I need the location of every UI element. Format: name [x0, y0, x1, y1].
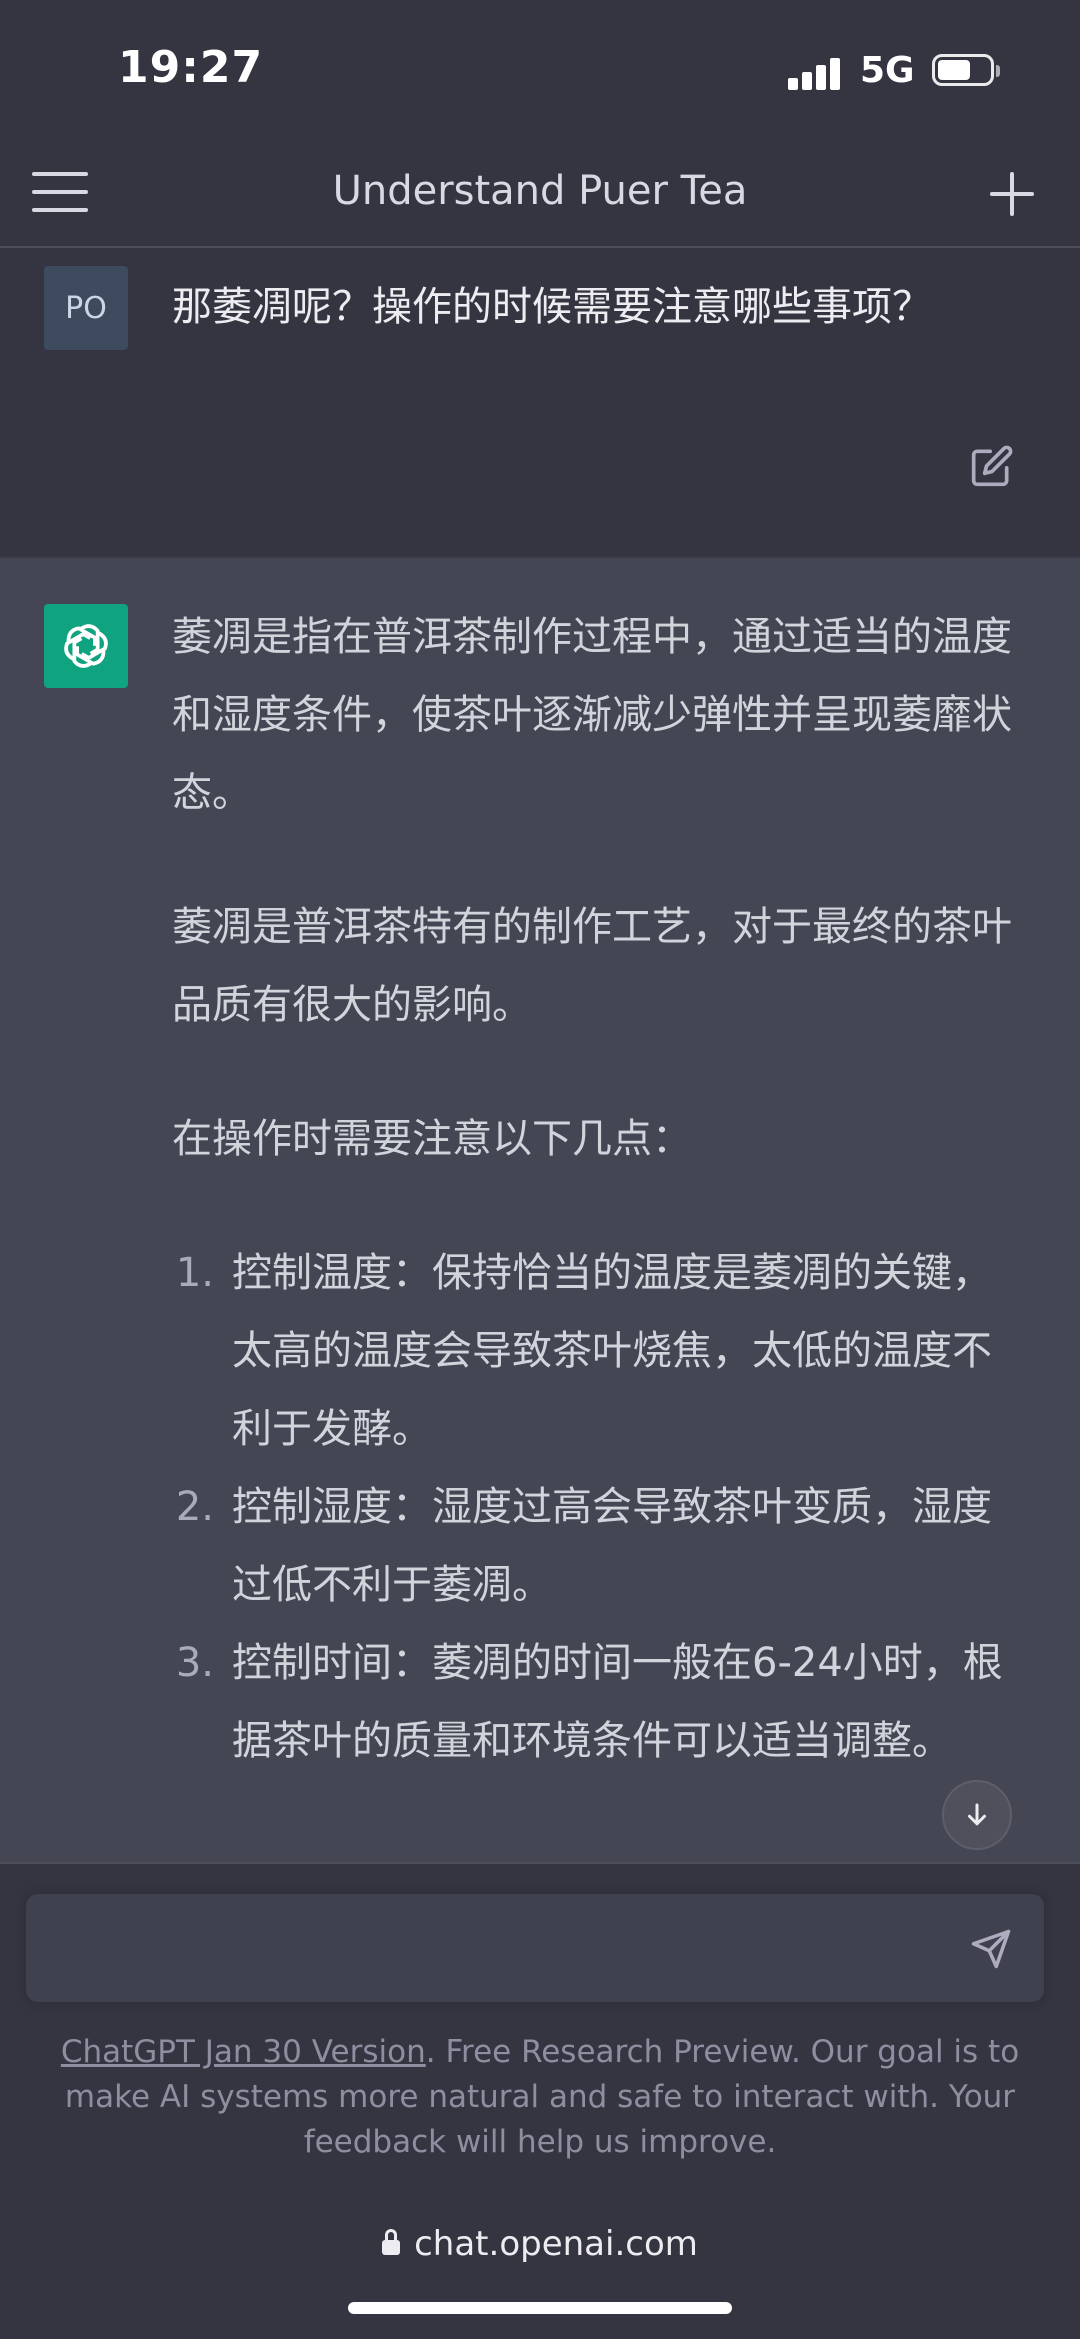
list-item-text: 控制湿度：湿度过高会导致茶叶变质，湿度过低不利于萎凋。: [232, 1484, 992, 1608]
plus-icon[interactable]: [990, 172, 1034, 216]
answer-list: 1. 控制温度：保持恰当的温度是萎凋的关键，太高的温度会导致茶叶烧焦，太低的温度…: [172, 1234, 1012, 1780]
list-item: 1. 控制温度：保持恰当的温度是萎凋的关键，太高的温度会导致茶叶烧焦，太低的温度…: [170, 1234, 1012, 1468]
assistant-message-text: 萎凋是指在普洱茶制作过程中，通过适当的温度和湿度条件，使茶叶逐渐减少弹性并呈现萎…: [172, 598, 1012, 1780]
disclaimer: ChatGPT Jan 30 Version. Free Research Pr…: [40, 2030, 1040, 2165]
list-item-number: 1.: [175, 1250, 214, 1296]
status-time: 19:27: [118, 42, 264, 93]
app-header: Understand Puer Tea: [0, 140, 1080, 248]
list-item: 2. 控制湿度：湿度过高会导致茶叶变质，湿度过低不利于萎凋。: [170, 1468, 1012, 1624]
home-indicator[interactable]: [348, 2302, 732, 2314]
openai-logo-icon: [44, 604, 128, 688]
lock-icon: [382, 2229, 401, 2257]
url-bar[interactable]: chat.openai.com: [0, 2224, 1080, 2264]
assistant-message: 萎凋是指在普洱茶制作过程中，通过适当的温度和湿度条件，使茶叶逐渐减少弹性并呈现萎…: [0, 556, 1080, 1864]
network-label: 5G: [860, 50, 915, 91]
list-item: 3. 控制时间：萎凋的时间一般在6-24小时，根据茶叶的质量和环境条件可以适当调…: [170, 1624, 1012, 1780]
scroll-to-bottom-button[interactable]: [942, 1780, 1012, 1850]
answer-paragraph: 萎凋是指在普洱茶制作过程中，通过适当的温度和湿度条件，使茶叶逐渐减少弹性并呈现萎…: [172, 614, 1012, 816]
list-item-text: 控制时间：萎凋的时间一般在6-24小时，根据茶叶的质量和环境条件可以适当调整。: [232, 1640, 1003, 1764]
battery-icon: [932, 54, 1002, 90]
list-item-number: 2.: [175, 1484, 214, 1530]
arrow-down-icon: [968, 1803, 986, 1826]
answer-paragraph: 萎凋是普洱茶特有的制作工艺，对于最终的茶叶品质有很大的影响。: [172, 904, 1012, 1028]
version-link[interactable]: ChatGPT Jan 30 Version: [61, 2034, 426, 2070]
user-message: PO 那萎凋呢？操作的时候需要注意哪些事项？: [0, 248, 1080, 554]
edit-icon[interactable]: [970, 444, 1014, 488]
avatar: PO: [44, 266, 128, 350]
status-bar: 19:27 5G: [0, 0, 1080, 140]
signal-icon: [788, 58, 844, 90]
list-item-text: 控制温度：保持恰当的温度是萎凋的关键，太高的温度会导致茶叶烧焦，太低的温度不利于…: [232, 1250, 992, 1452]
url-text: chat.openai.com: [414, 2224, 698, 2264]
send-icon[interactable]: [970, 1928, 1012, 1970]
message-input[interactable]: [26, 1894, 1044, 2002]
composer-area: ChatGPT Jan 30 Version. Free Research Pr…: [0, 1862, 1080, 2339]
user-message-text: 那萎凋呢？操作的时候需要注意哪些事项？: [172, 284, 932, 330]
list-item-number: 3.: [175, 1640, 214, 1686]
answer-paragraph: 在操作时需要注意以下几点：: [172, 1116, 692, 1162]
conversation-title: Understand Puer Tea: [332, 168, 748, 214]
